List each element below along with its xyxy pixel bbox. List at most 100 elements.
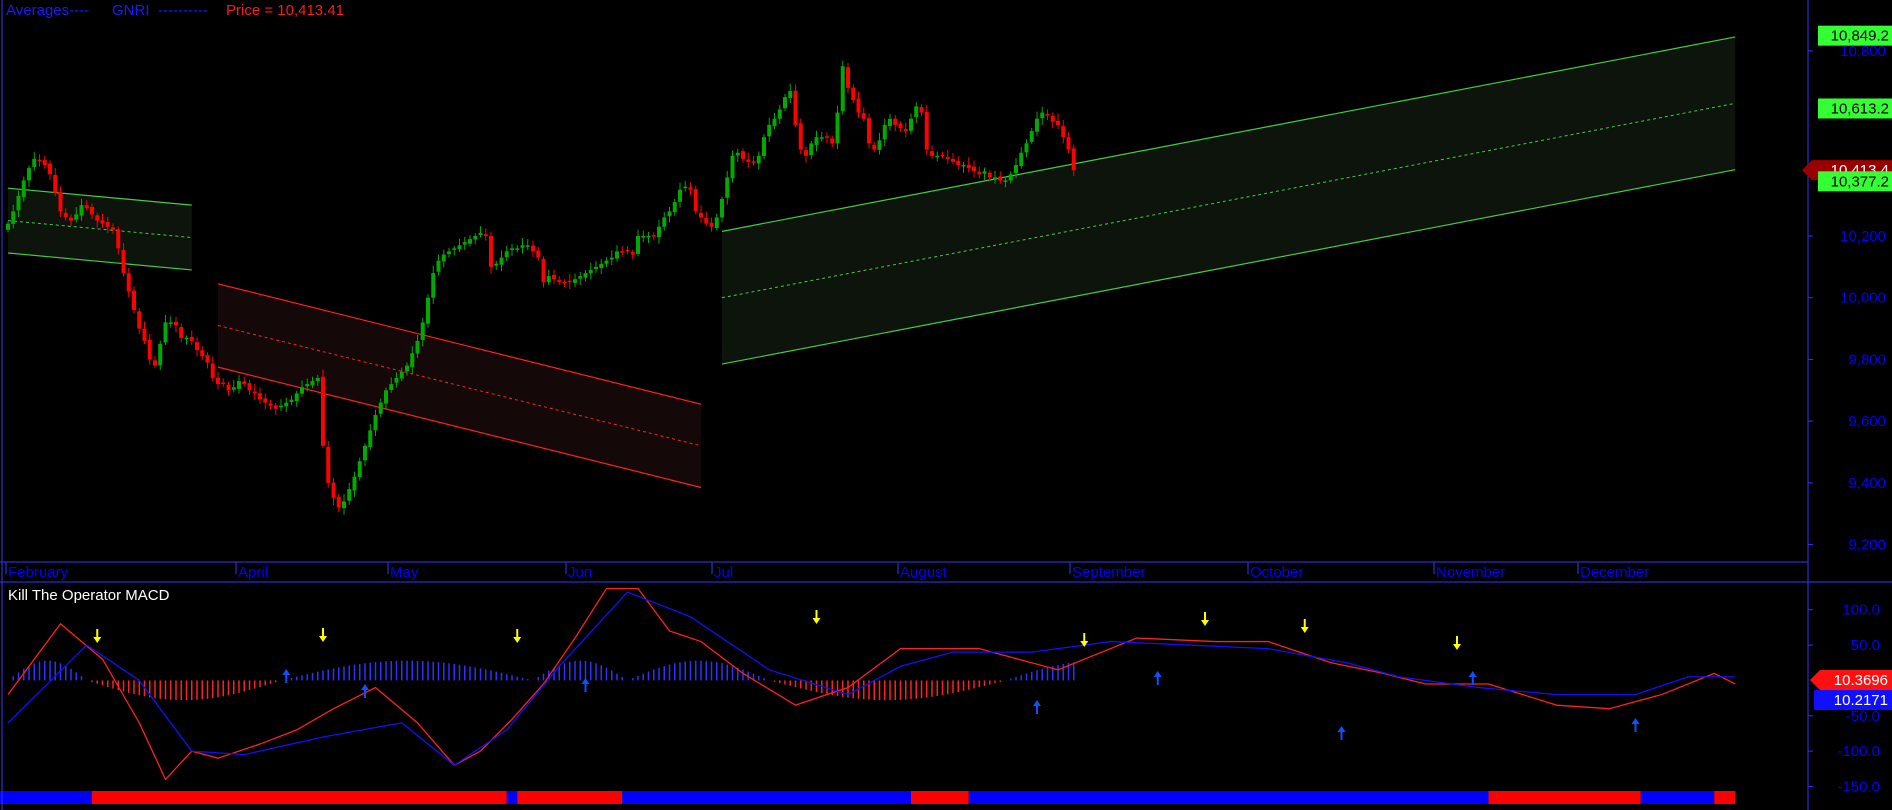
candle-body [32, 158, 37, 167]
signal-bar-segment [622, 791, 911, 804]
candle-body [756, 155, 761, 164]
macd-line [7, 587, 1736, 781]
candle-body [53, 174, 58, 193]
buy-arrow-head [1337, 726, 1346, 732]
candle-body [657, 226, 661, 238]
macd-lines [7, 587, 1736, 781]
candle-body [998, 176, 1003, 181]
candle-body [415, 340, 420, 354]
candle-body [919, 107, 924, 113]
averages-label: Averages---- [6, 2, 89, 19]
candle-body [741, 151, 745, 159]
candle-body [210, 363, 215, 378]
candle-body [562, 281, 567, 284]
candle-body [142, 328, 147, 341]
candle-body [1003, 180, 1008, 182]
candle-body [79, 205, 84, 216]
candle-body [594, 266, 598, 270]
candle-body [798, 123, 803, 150]
signal-bar-segment [968, 791, 1489, 804]
candle-body [321, 376, 325, 446]
month-label: October [1250, 564, 1303, 581]
candle-body [231, 387, 236, 390]
candle-body [258, 393, 262, 400]
candle-body [772, 118, 777, 127]
signal-bar-segment [1640, 791, 1715, 804]
candle-body [268, 403, 273, 406]
candle-body [21, 180, 26, 198]
candle-body [525, 245, 530, 247]
channel-fill [722, 36, 1736, 365]
candle-body [84, 205, 89, 209]
candle-body [368, 430, 373, 448]
buy-arrow-head [1033, 700, 1041, 706]
month-label: February [8, 564, 69, 581]
candle-body [373, 414, 378, 431]
candle-body [6, 223, 10, 230]
candle-body [914, 106, 919, 118]
candle-body [788, 90, 793, 99]
dashes-label: ---------- [158, 2, 208, 19]
month-axis: February April May Jun Jul August September Oct… [5, 562, 1649, 581]
candle-body [100, 220, 105, 224]
month-label: November [1436, 564, 1505, 581]
candle-body [814, 137, 819, 145]
candle-body [399, 371, 404, 379]
candle-body [819, 137, 824, 139]
candle-body [1040, 112, 1045, 119]
candle-body [1029, 131, 1034, 142]
candle-body [987, 172, 992, 178]
candle-body [578, 276, 583, 279]
candle-body [735, 152, 740, 156]
candle-body [263, 398, 268, 403]
candle-body [840, 66, 845, 112]
candle-body [284, 402, 289, 407]
sell-arrow-head [812, 618, 821, 624]
candle-body [809, 143, 814, 156]
candle-body [762, 137, 766, 157]
candle-body [331, 482, 336, 499]
sell-arrow-head [1201, 620, 1209, 626]
candle-body [184, 337, 189, 340]
candle-body [431, 273, 436, 298]
month-label: Jun [568, 564, 592, 581]
price-tick-label: 10,200 [1840, 228, 1886, 245]
month-label: December [1580, 564, 1649, 581]
candle-body [536, 250, 541, 258]
candle-body [882, 124, 887, 140]
signal-bar-segment [1488, 791, 1641, 804]
buy-arrow-head [1631, 718, 1640, 724]
candle-body [945, 157, 950, 159]
candle-body [347, 489, 352, 501]
candle-body [90, 206, 94, 215]
candle-body [604, 260, 609, 264]
candle-body [279, 405, 283, 408]
candle-body [16, 195, 21, 211]
candle-body [389, 384, 394, 390]
candle-body [531, 245, 535, 252]
candle-body [447, 251, 451, 255]
sell-arrow-head [93, 637, 102, 643]
candle-body [961, 165, 966, 167]
candle-body [58, 192, 63, 212]
candle-body [457, 245, 462, 249]
candle-body [956, 160, 961, 166]
candle-body [405, 365, 409, 372]
price-tick-label: 9,800 [1848, 351, 1886, 368]
candle-body [1066, 137, 1071, 150]
candle-body [1019, 152, 1024, 166]
candle-body [436, 260, 441, 272]
macd-tick-label: -100.0 [1837, 743, 1880, 760]
macd-value-label: 10.3696 [1834, 672, 1888, 689]
candle-body [158, 344, 163, 366]
candle-body [709, 222, 714, 227]
candle-body [247, 383, 252, 391]
candle-body [48, 163, 52, 175]
candle-body [877, 140, 882, 150]
candle-body [573, 279, 577, 283]
candle-body [714, 217, 719, 228]
signal-bar-segment [517, 791, 623, 804]
candle-body [221, 382, 226, 385]
candle-body [977, 171, 982, 175]
candle-body [893, 118, 898, 125]
